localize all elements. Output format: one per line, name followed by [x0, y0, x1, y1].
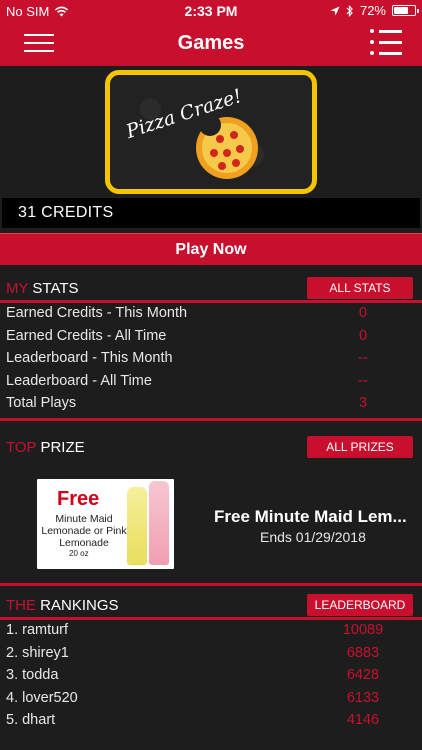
rankings-list: 1. ramturf 10089 2. shirey1 6883 3. todda 6…: [0, 620, 422, 733]
ranking-name: 3. todda: [6, 667, 59, 684]
ranking-row: 3. todda 6428: [0, 665, 422, 688]
prize-image[interactable]: Free Minute Maid Lemonade or Pink Lemona…: [37, 479, 174, 569]
ranking-score: 6883: [346, 644, 380, 661]
bluetooth-icon: [346, 4, 353, 17]
stat-value: --: [358, 350, 368, 366]
my-stats-header: MY STATS ALL STATS: [0, 273, 422, 303]
stat-value: 0: [358, 305, 368, 321]
divider: [0, 583, 422, 586]
rankings-section: THE RANKINGS LEADERBOARD 1. ramturf 10089…: [0, 590, 422, 728]
ranking-name: 4. lover520: [6, 689, 78, 706]
ranking-row: 2. shirey1 6883: [0, 643, 422, 666]
stat-label: Earned Credits - This Month: [6, 305, 188, 321]
leaderboard-button[interactable]: LEADERBOARD: [307, 594, 413, 616]
ranking-row: 1. ramturf 10089: [0, 620, 422, 643]
location-arrow-icon: [330, 6, 340, 15]
play-now-button[interactable]: Play Now: [0, 233, 422, 265]
credits-bar: 31 CREDITS: [2, 198, 420, 228]
battery-percent: 72%: [359, 3, 386, 18]
page-title: Games: [177, 32, 245, 54]
stat-label: Total Plays: [6, 395, 77, 411]
stat-label: Leaderboard - All Time: [6, 372, 152, 389]
stat-label: Leaderboard - This Month: [6, 350, 173, 366]
my-stats-heading: MY STATS: [6, 280, 79, 297]
prize-title[interactable]: Free Minute Maid Lem...: [214, 507, 422, 527]
stat-row: Leaderboard - All Time --: [0, 371, 422, 394]
rankings-header: THE RANKINGS LEADERBOARD: [0, 590, 422, 620]
ranking-score: 10089: [342, 622, 384, 638]
status-right-group: 72%: [330, 3, 419, 18]
pink-lemonade-bottle-icon: [149, 481, 169, 565]
top-prize-heading-rest: PRIZE: [36, 439, 85, 456]
prize-image-free: Free: [57, 488, 100, 510]
status-bar: No SIM 2:33 PM 72%: [0, 0, 422, 22]
game-banner: Pizza Craze! 31 CREDITS: [0, 66, 422, 230]
pizza-icon: [196, 115, 258, 179]
rankings-heading: THE RANKINGS: [6, 597, 119, 614]
stat-row: Leaderboard - This Month --: [0, 348, 422, 371]
battery-fill: [394, 7, 409, 14]
nav-header: No SIM 2:33 PM 72% Games: [0, 0, 422, 66]
my-stats-section: MY STATS ALL STATS Earned Credits - This…: [0, 273, 422, 421]
ranking-name: 2. shirey1: [6, 644, 69, 661]
ranking-row: 4. lover520 6133: [0, 688, 422, 711]
my-stats-heading-accent: MY: [6, 280, 29, 297]
stat-value: 3: [358, 395, 368, 411]
top-prize-section: TOP PRIZE ALL PRIZES: [0, 432, 422, 462]
top-prize-header: TOP PRIZE ALL PRIZES: [0, 432, 422, 462]
stat-row: Earned Credits - This Month 0: [0, 303, 422, 326]
stat-label: Earned Credits - All Time: [6, 327, 167, 344]
credits-label: 31 CREDITS: [18, 204, 114, 221]
stat-row: Earned Credits - All Time 0: [0, 326, 422, 349]
ranking-name: 1. ramturf: [6, 622, 69, 638]
ranking-name: 5. dhart: [6, 712, 56, 729]
game-logo[interactable]: Pizza Craze!: [105, 70, 317, 194]
prize-image-size: 20 oz: [69, 549, 89, 558]
divider: [0, 418, 422, 421]
stat-value: 0: [358, 327, 368, 344]
battery-icon: [392, 5, 419, 16]
top-prize-heading-accent: TOP: [6, 439, 37, 456]
ranking-score: 6428: [346, 667, 380, 684]
lemonade-bottle-icon: [127, 487, 147, 565]
stat-row: Total Plays 3: [0, 393, 422, 416]
prize-image-desc: Minute Maid Lemonade or Pink Lemonade: [41, 513, 127, 549]
rankings-heading-rest: RANKINGS: [36, 597, 119, 614]
rankings-heading-accent: THE: [6, 597, 36, 614]
ranking-score: 4146: [346, 712, 380, 729]
ranking-score: 6133: [346, 689, 380, 706]
all-prizes-button[interactable]: ALL PRIZES: [307, 436, 413, 458]
stat-value: --: [358, 372, 368, 389]
stats-list: Earned Credits - This Month 0 Earned Cred…: [0, 303, 422, 416]
my-stats-heading-rest: STATS: [28, 280, 79, 297]
all-stats-button[interactable]: ALL STATS: [307, 277, 413, 299]
prize-end-date: Ends 01/29/2018: [260, 529, 366, 545]
ranking-row: 5. dhart 4146: [0, 710, 422, 733]
list-icon[interactable]: [370, 27, 402, 59]
top-prize-heading: TOP PRIZE: [6, 439, 85, 456]
